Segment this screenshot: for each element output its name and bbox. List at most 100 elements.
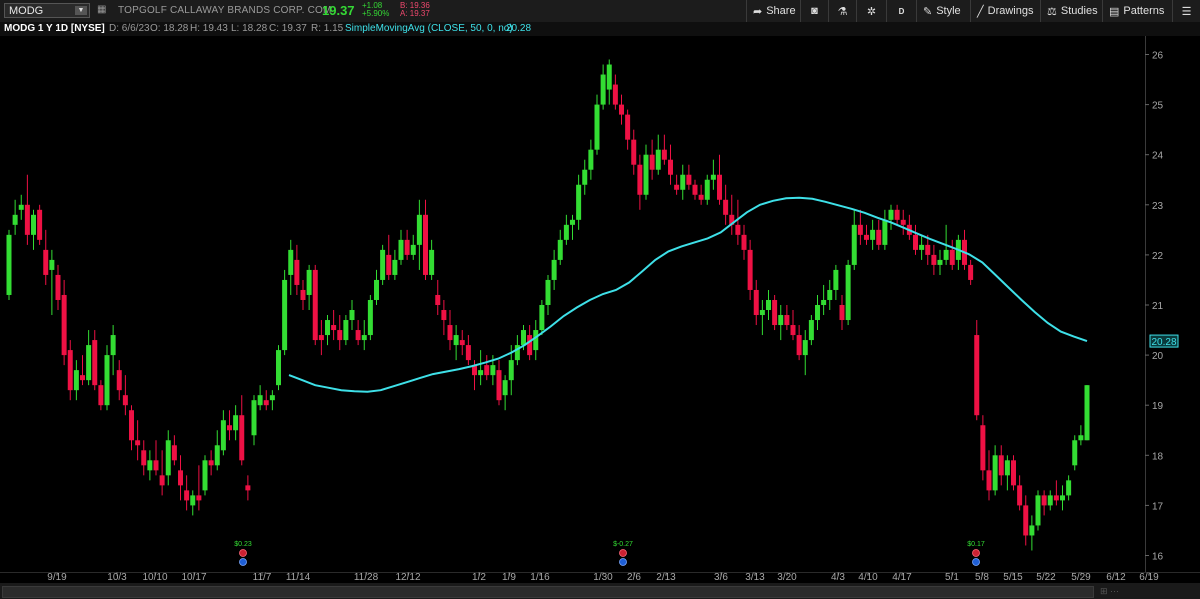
x-tick-label: 3/6: [714, 572, 728, 583]
candle-body: [1011, 460, 1016, 486]
chevron-down-icon[interactable]: ▼: [75, 6, 87, 15]
y-tick-label: 22: [1152, 251, 1164, 262]
candle-body: [263, 400, 269, 406]
change-percent: +5.90%: [362, 9, 390, 18]
candle-body: [245, 485, 251, 491]
drawings-button[interactable]: ╱ Drawings: [970, 0, 1040, 22]
earnings-value-label: $0.17: [967, 541, 985, 548]
candle-body: [67, 350, 73, 391]
candle-body: [496, 370, 502, 401]
candle-body: [153, 460, 159, 471]
screenshot-button[interactable]: ◙: [800, 0, 828, 22]
study-value: 20.28: [506, 23, 532, 34]
settings-button[interactable]: ✲: [856, 0, 886, 22]
candle-body: [753, 289, 759, 316]
candle-body: [563, 224, 569, 240]
candle-body: [821, 299, 827, 305]
y-tick-label: 18: [1152, 451, 1164, 462]
earnings-icon[interactable]: [619, 549, 627, 557]
candle-body: [784, 315, 790, 326]
candle-body: [674, 184, 680, 190]
candle-body: [208, 460, 214, 466]
candle-body: [894, 209, 900, 220]
candle-body: [86, 345, 92, 381]
ask-value: A: 19.37: [400, 9, 430, 18]
y-tick-label: 16: [1152, 552, 1164, 563]
candle-body: [759, 310, 765, 316]
x-tick-label: 1/2: [472, 572, 486, 583]
dividend-icon[interactable]: [239, 558, 247, 566]
candle-body: [943, 249, 949, 260]
candle-body: [61, 294, 67, 356]
candle-body: [1035, 495, 1041, 526]
sma-line: [288, 196, 1088, 393]
candle-body: [882, 219, 888, 245]
candle-body: [190, 495, 196, 506]
candle-body: [116, 370, 122, 391]
candle-body: [723, 199, 729, 215]
candle-body: [294, 259, 300, 285]
candle-body: [367, 299, 373, 336]
candle-body: [478, 370, 484, 376]
x-tick-label: 11/7: [253, 572, 272, 583]
candle-body: [80, 375, 85, 381]
patterns-button[interactable]: ▤ Patterns: [1102, 0, 1172, 22]
candle-body: [465, 345, 471, 361]
share-button[interactable]: ➦ Share: [746, 0, 800, 22]
period-button[interactable]: D: [886, 0, 916, 22]
earnings-icon[interactable]: [972, 549, 980, 557]
link-icon[interactable]: ▦: [97, 4, 106, 15]
studies-button[interactable]: ⚖ Studies: [1040, 0, 1102, 22]
dividend-icon[interactable]: [972, 558, 980, 566]
candle-body: [1047, 495, 1053, 506]
candle-body: [833, 269, 839, 290]
candle-body: [92, 340, 98, 386]
x-tick-label: 5/22: [1036, 572, 1056, 583]
candle-body: [257, 395, 263, 406]
symbol-selector[interactable]: MODG ▼: [4, 3, 90, 18]
candle-body: [386, 254, 392, 275]
x-tick-label: 10/3: [107, 572, 127, 583]
candle-body: [306, 269, 312, 295]
candle-body: [312, 269, 318, 341]
candle-body: [772, 299, 778, 326]
info-open: O: 18.28: [150, 23, 189, 34]
candle-body: [1023, 505, 1029, 536]
dividend-icon[interactable]: [619, 558, 627, 566]
price-chart[interactable]: 16 17 18 19 20 21 22 23 24 25 26 9/19 10/3 10/10 10/17…: [0, 36, 1200, 583]
candle-body: [171, 445, 177, 461]
price-change: +1.08 +5.90%: [362, 2, 389, 18]
candle-body: [331, 325, 337, 331]
candle-body: [570, 219, 575, 225]
style-button[interactable]: ✎ Style: [916, 0, 970, 22]
candle-body: [619, 104, 624, 115]
y-tick-label: 23: [1152, 201, 1164, 212]
candle-body: [178, 470, 183, 486]
study-label[interactable]: SimpleMovingAvg (CLOSE, 50, 0, no): [345, 23, 513, 34]
x-tick-label: 1/9: [502, 572, 516, 583]
menu-button[interactable]: ☰: [1172, 0, 1200, 22]
candle-body: [533, 330, 539, 351]
candle-body: [135, 440, 141, 446]
candle-body: [1078, 435, 1084, 441]
earnings-icon[interactable]: [239, 549, 247, 557]
candle-body: [986, 470, 992, 491]
y-tick-label: 26: [1152, 51, 1164, 62]
candle-body: [551, 259, 557, 280]
candle-body: [318, 335, 324, 341]
patterns-icon: ▤: [1109, 5, 1120, 18]
candle-body: [269, 395, 275, 401]
info-close: C: 19.37: [269, 23, 307, 34]
candle-body: [202, 460, 208, 491]
scrollbar-thumb[interactable]: [2, 586, 1094, 598]
candle-body: [796, 335, 802, 356]
candle-body: [539, 305, 545, 331]
horizontal-scrollbar[interactable]: ⊞ ⋯: [0, 583, 1200, 599]
x-tick-label: 4/17: [892, 572, 912, 583]
flask-button[interactable]: ⚗: [828, 0, 856, 22]
x-tick-label: 1/30: [593, 572, 613, 583]
candle-body: [184, 490, 190, 501]
candle-body: [380, 249, 386, 280]
candle-body: [606, 64, 612, 90]
x-tick-label: 6/12: [1106, 572, 1126, 583]
